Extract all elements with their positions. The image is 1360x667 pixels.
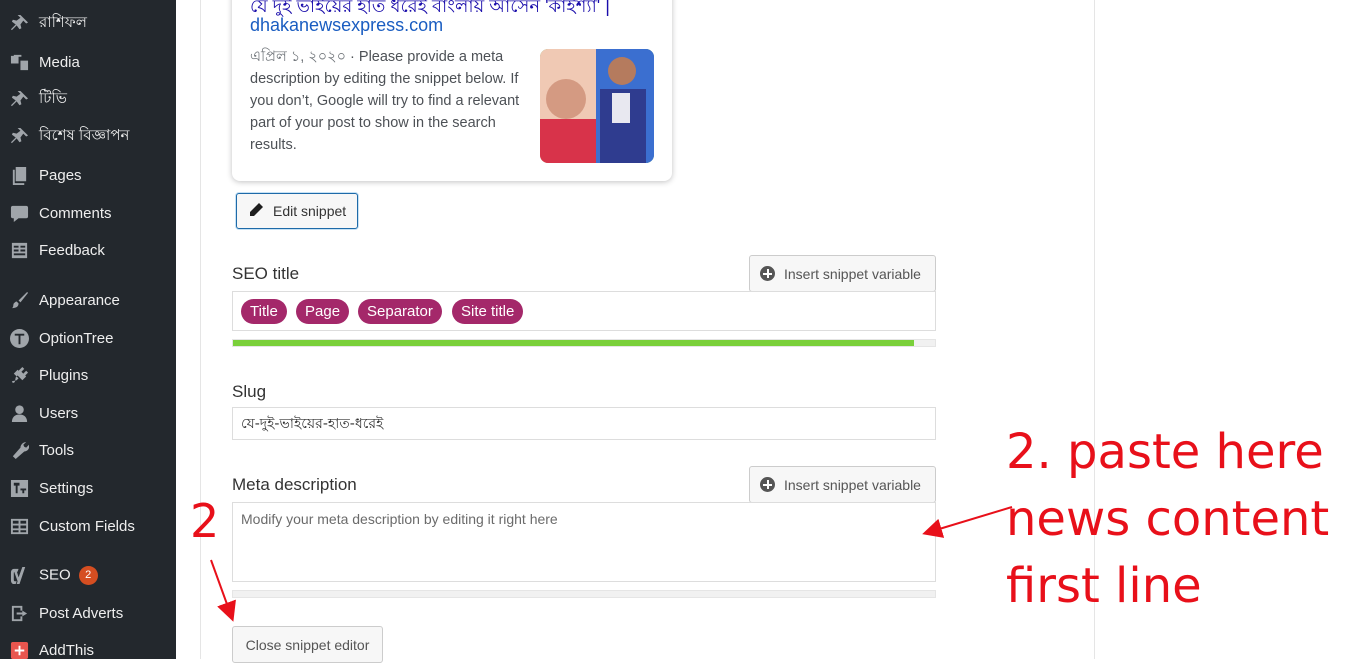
- meta-description-input[interactable]: Modify your meta description by editing …: [232, 502, 936, 582]
- sidebar-item-comments[interactable]: Comments: [0, 196, 176, 230]
- sidebar-item-addthis[interactable]: AddThis: [0, 633, 176, 667]
- plugin-icon: [9, 365, 29, 385]
- variable-pill-separator[interactable]: Separator: [358, 299, 442, 324]
- feedback-icon: [9, 240, 29, 260]
- annotation-line-1: 2. paste here: [1006, 424, 1324, 480]
- close-editor-label: Close snippet editor: [245, 636, 370, 653]
- variable-pill-page[interactable]: Page: [296, 299, 350, 324]
- insert-snippet-variable-button-meta[interactable]: Insert snippet variable: [749, 466, 936, 503]
- slug-input[interactable]: যে-দুই-ভাইয়ের-হাত-ধরেই: [232, 407, 936, 440]
- slug-label: Slug: [232, 382, 267, 401]
- insert-snippet-variable-button[interactable]: Insert snippet variable: [749, 255, 936, 292]
- close-snippet-editor-button[interactable]: Close snippet editor: [232, 626, 383, 663]
- user-icon: [9, 403, 29, 423]
- exit-icon: [9, 603, 29, 623]
- comments-icon: [9, 203, 29, 223]
- plus-circle-icon: [760, 266, 775, 281]
- preview-description: এপ্রিল ১, ২০২০ · Please provide a meta d…: [250, 46, 528, 156]
- admin-sidebar: রাশিফল Media টিভি বিশেষ বিজ্ঞাপন Pages C…: [0, 0, 176, 659]
- media-icon: [9, 52, 29, 72]
- sidebar-item-special-ads[interactable]: বিশেষ বিজ্ঞাপন: [0, 119, 176, 153]
- settings-icon: [9, 478, 29, 498]
- seo-title-progress-fill: [233, 340, 914, 346]
- sidebar-item-label: Appearance: [39, 291, 120, 309]
- seo-title-input[interactable]: Title Page Separator Site title: [232, 291, 936, 331]
- sidebar-item-tv[interactable]: টিভি: [0, 82, 176, 116]
- sidebar-item-label: Users: [39, 404, 79, 422]
- wrench-icon: [9, 440, 29, 460]
- sidebar-item-plugins[interactable]: Plugins: [0, 358, 176, 392]
- insert-variable-label: Insert snippet variable: [784, 476, 921, 493]
- meta-description-progress: [232, 590, 936, 598]
- sidebar-item-label: Plugins: [39, 366, 89, 384]
- edit-snippet-label: Edit snippet: [273, 203, 347, 219]
- preview-separator: ·: [346, 49, 359, 65]
- variable-pill-title[interactable]: Title: [241, 299, 287, 324]
- seo-title-label: SEO title: [232, 264, 300, 283]
- variable-pill-site-title[interactable]: Site title: [452, 299, 524, 324]
- annotation-line-2: news content: [1006, 491, 1330, 547]
- sidebar-item-tools[interactable]: Tools: [0, 433, 176, 467]
- sidebar-item-label: রাশিফল: [39, 13, 87, 31]
- pencil-icon: [248, 202, 264, 221]
- notification-badge: 2: [78, 565, 98, 585]
- pin-icon: [9, 126, 29, 146]
- optiontree-icon: [9, 328, 29, 348]
- sidebar-item-feedback[interactable]: Feedback: [0, 233, 176, 267]
- seo-label: SEO: [39, 565, 71, 583]
- sidebar-item-media[interactable]: Media: [0, 45, 176, 79]
- yoast-icon: [9, 565, 29, 585]
- sidebar-item-label: SEO 2: [39, 565, 98, 585]
- preview-thumbnail: [540, 49, 654, 163]
- meta-description-label: Meta description: [232, 475, 357, 494]
- plus-circle-icon: [760, 477, 775, 492]
- sidebar-item-post-adverts[interactable]: Post Adverts: [0, 596, 176, 630]
- sidebar-item-optiontree[interactable]: OptionTree: [0, 321, 176, 355]
- sidebar-item-label: OptionTree: [39, 329, 114, 347]
- pin-icon: [9, 13, 29, 33]
- table-icon: [9, 516, 29, 536]
- sidebar-item-label: Feedback: [39, 241, 105, 259]
- brush-icon: [9, 290, 29, 310]
- sidebar-item-appearance[interactable]: Appearance: [0, 283, 176, 317]
- sidebar-item-custom-fields[interactable]: Custom Fields: [0, 509, 176, 543]
- edit-snippet-button[interactable]: Edit snippet: [236, 193, 358, 229]
- preview-date: এপ্রিল ১, ২০২০: [250, 49, 347, 65]
- sidebar-item-rashifol[interactable]: রাশিফল: [0, 6, 176, 40]
- seo-title-progress: [232, 339, 936, 347]
- sidebar-item-settings[interactable]: Settings: [0, 471, 176, 505]
- snippet-preview-card: যে দুই ভাইয়ের হাত ধরেই বাংলায় আসেন 'কা…: [232, 0, 672, 181]
- insert-variable-label: Insert snippet variable: [784, 265, 921, 282]
- sidebar-item-label: টিভি: [39, 89, 67, 107]
- sidebar-item-label: বিশেষ বিজ্ঞাপন: [39, 126, 130, 144]
- sidebar-item-label: Custom Fields: [39, 517, 135, 535]
- sidebar-item-label: Pages: [39, 166, 82, 184]
- sidebar-item-users[interactable]: Users: [0, 396, 176, 430]
- sidebar-item-label: Tools: [39, 441, 75, 459]
- sidebar-item-label: Post Adverts: [39, 604, 124, 622]
- sidebar-item-label: Comments: [39, 204, 112, 222]
- pages-icon: [9, 165, 29, 185]
- pin-icon: [9, 89, 29, 109]
- sidebar-item-label: Media: [39, 53, 80, 71]
- plus-red-icon: [9, 640, 29, 660]
- sidebar-item-seo[interactable]: SEO 2: [0, 558, 176, 592]
- sidebar-item-pages[interactable]: Pages: [0, 158, 176, 192]
- metabox-border-left: [200, 0, 201, 659]
- preview-url: dhakanewsexpress.com: [250, 15, 444, 35]
- sidebar-item-label: AddThis: [39, 641, 95, 659]
- sidebar-item-label: Settings: [39, 479, 94, 497]
- annotation-number: 2: [190, 494, 220, 548]
- annotation-line-3: first line: [1006, 558, 1202, 614]
